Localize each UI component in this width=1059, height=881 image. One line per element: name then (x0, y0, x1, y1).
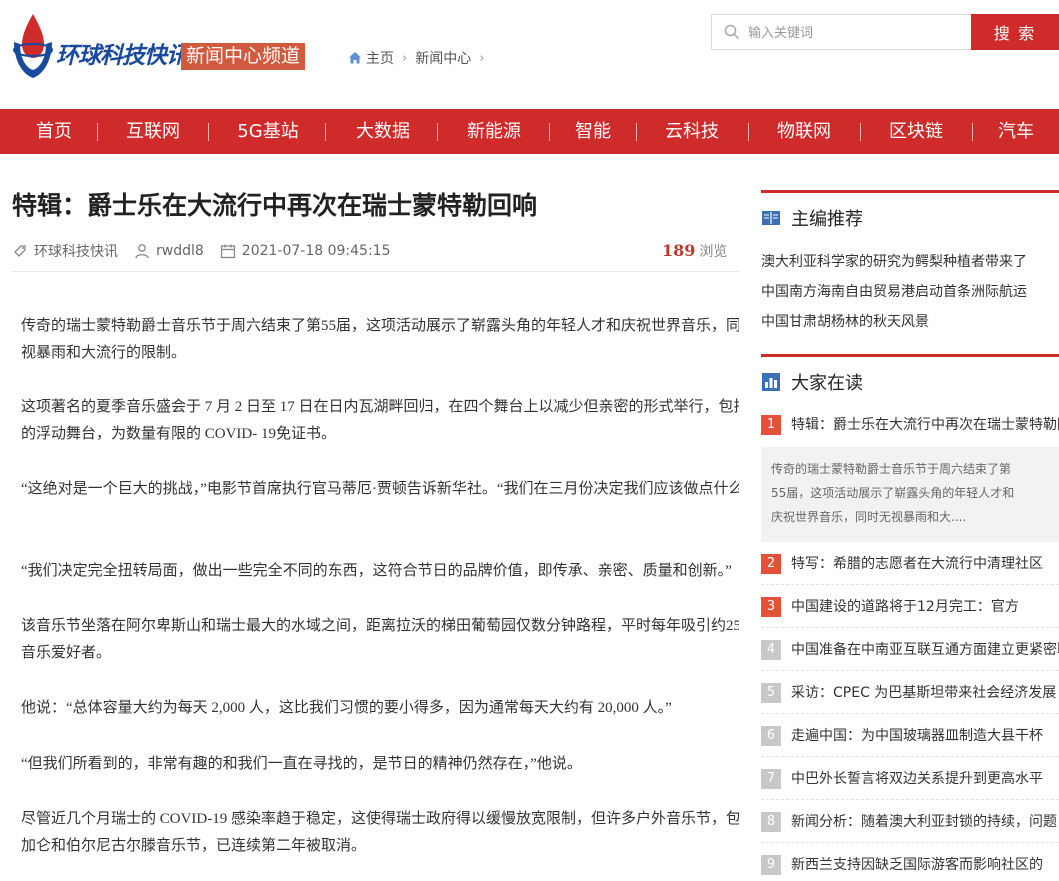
editor-pick-link[interactable]: 澳大利亚科学家的研究为鳄梨种植者带来了 (761, 251, 1027, 271)
search-box (711, 14, 971, 50)
article-paragraph: 尽管近几个月瑞士的 COVID-19 感染率趋于稳定，这使得瑞士政府得以缓慢放宽… (21, 811, 739, 854)
search-input[interactable] (748, 24, 948, 40)
article-paragraph: “这绝对是一个巨大的挑战，”电影节首席执行官马蒂厄·贾顿告诉新华社。“我们在三月… (21, 481, 739, 497)
summary-line: 55届，这项活动展示了崭露头角的年轻人才和 (771, 486, 1015, 500)
view-count-label: 浏览 (699, 244, 728, 260)
popular-item[interactable]: 5 采访：CPEC 为巴基斯坦带来社会经济发展 (761, 672, 1059, 714)
search-icon (724, 24, 740, 40)
nav-divider (208, 123, 209, 141)
popular-item-title[interactable]: 中巴外长誓言将双边关系提升到更高水平 (791, 769, 1059, 789)
popular-item-title[interactable]: 新西兰支持因缺乏国际游客而影响社区的 (791, 855, 1059, 875)
logo-text[interactable]: 环球科技快讯 (56, 36, 189, 70)
article-paragraph: 这项著名的夏季音乐盛会于 7 月 2 日至 17 日在日内瓦湖畔回归，在四个舞台… (21, 399, 739, 442)
divider (12, 271, 739, 272)
nav-divider (860, 123, 861, 141)
section-bar (761, 354, 1059, 357)
rank-number: 9 (761, 855, 781, 875)
popular-item-title[interactable]: 中国准备在中南亚互联互通方面建立更紧密联系 (791, 640, 1059, 660)
popular-item[interactable]: 7 中巴外长誓言将双边关系提升到更高水平 (761, 758, 1059, 800)
nav-divider (549, 123, 550, 141)
article-paragraph: 该音乐节坐落在阿尔卑斯山和瑞士最大的水域之间，距离拉沃的梯田葡萄园仅数分钟路程，… (21, 618, 739, 661)
chevron-right-icon: › (402, 50, 408, 66)
bar-chart-icon (762, 373, 780, 391)
editor-pick-link[interactable]: 中国南方海南自由贸易港启动首条洲际航运 (761, 281, 1027, 301)
logo-icon[interactable] (12, 12, 54, 80)
nav-divider (325, 123, 326, 141)
article-paragraph: “但我们所看到的，非常有趣的和我们一直在寻找的，是节日的精神仍然存在，”他说。 (21, 756, 582, 772)
book-icon (762, 211, 780, 225)
popular-title: 大家在读 (791, 373, 863, 394)
breadcrumb-news[interactable]: 新闻中心 (415, 48, 471, 68)
popular-item[interactable]: 8 新闻分析：随着澳大利亚封锁的持续，问题 (761, 801, 1059, 843)
rank-number: 5 (761, 683, 781, 703)
popular-item-title[interactable]: 采访：CPEC 为巴基斯坦带来社会经济发展 (791, 683, 1059, 703)
popular-item-title[interactable]: 走遍中国：为中国玻璃器皿制造大县干杯 (791, 726, 1059, 746)
nav-item-smart[interactable]: 智能 (575, 109, 611, 154)
rank-number: 8 (761, 812, 781, 832)
article-body: 传奇的瑞士蒙特勒爵士音乐节于周六结束了第55届，这项活动展示了崭露头角的年轻人才… (21, 310, 739, 881)
summary-line: 庆祝世界音乐，同时无视暴雨和大.... (771, 510, 967, 524)
article-paragraph: 传奇的瑞士蒙特勒爵士音乐节于周六结束了第55届，这项活动展示了崭露头角的年轻人才… (21, 318, 739, 361)
popular-item[interactable]: 6 走遍中国：为中国玻璃器皿制造大县干杯 (761, 715, 1059, 757)
popular-item-title[interactable]: 特写：希腊的志愿者在大流行中清理社区 (791, 554, 1059, 574)
home-icon (349, 52, 361, 64)
nav-divider (748, 123, 749, 141)
popular-item-summary: 传奇的瑞士蒙特勒爵士音乐节于周六结束了第 55届，这项活动展示了崭露头角的年轻人… (761, 447, 1059, 542)
popular-heading: 大家在读 (761, 369, 863, 395)
rank-number: 7 (761, 769, 781, 789)
editor-picks-title: 主编推荐 (791, 209, 863, 230)
nav-item-home[interactable]: 首页 (36, 109, 72, 154)
user-icon (135, 244, 149, 259)
nav-divider (972, 123, 973, 141)
nav-item-energy[interactable]: 新能源 (467, 109, 521, 154)
rank-number: 3 (761, 597, 781, 617)
nav-item-internet[interactable]: 互联网 (126, 109, 180, 154)
article-datetime: 2021-07-18 09:45:15 (241, 243, 391, 259)
nav-divider (437, 123, 438, 141)
popular-item[interactable]: 3 中国建设的道路将于12月完工：官方 (761, 586, 1059, 628)
article-author: rwddl8 (156, 243, 204, 259)
popular-item-title[interactable]: 中国建设的道路将于12月完工：官方 (791, 597, 1059, 617)
popular-item[interactable]: 9 新西兰支持因缺乏国际游客而影响社区的 (761, 844, 1059, 881)
popular-item[interactable]: 2 特写：希腊的志愿者在大流行中清理社区 (761, 543, 1059, 585)
breadcrumb-home[interactable]: 主页 (366, 48, 394, 68)
view-count-number: 189 (662, 241, 696, 260)
view-count: 189 浏览 (662, 241, 727, 261)
nav-divider (97, 123, 98, 141)
editor-pick-link[interactable]: 中国甘肃胡杨林的秋天风景 (761, 311, 929, 331)
rank-number: 6 (761, 726, 781, 746)
chevron-right-icon: › (479, 50, 485, 66)
article-paragraph: “我们决定完全扭转局面，做出一些完全不同的东西，这符合节日的品牌价值，即传承、亲… (21, 563, 732, 579)
nav-item-5g[interactable]: 5G基站 (237, 109, 298, 154)
search-button[interactable]: 搜 索 (971, 14, 1059, 50)
popular-item-title[interactable]: 新闻分析：随着澳大利亚封锁的持续，问题 (791, 812, 1059, 832)
breadcrumb: 主页 › 新闻中心 › (348, 48, 488, 68)
channel-badge: 新闻中心频道 (181, 43, 306, 70)
article-title: 特辑：爵士乐在大流行中再次在瑞士蒙特勒回响 (12, 191, 538, 220)
calendar-icon (220, 244, 235, 259)
nav-divider (636, 123, 637, 141)
nav-item-bigdata[interactable]: 大数据 (356, 109, 410, 154)
nav-item-auto[interactable]: 汽车 (998, 109, 1034, 154)
popular-item[interactable]: 4 中国准备在中南亚互联互通方面建立更紧密联系 (761, 629, 1059, 671)
summary-line: 传奇的瑞士蒙特勒爵士音乐节于周六结束了第 (771, 462, 1012, 476)
rank-number: 4 (761, 640, 781, 660)
article-source: 环球科技快讯 (34, 244, 118, 260)
main-nav: 首页 互联网 5G基站 大数据 新能源 智能 云科技 物联网 区块链 汽车 (0, 109, 1059, 154)
nav-item-cloud[interactable]: 云科技 (665, 109, 719, 154)
rank-number: 2 (761, 554, 781, 574)
article-paragraph: 他说：“总体容量大约为每天 2,000 人，这比我们习惯的要小得多，因为通常每天… (21, 700, 672, 716)
tag-icon (14, 245, 26, 257)
popular-item[interactable]: 1 特辑：爵士乐在大流行中再次在瑞士蒙特勒回响 (761, 404, 1059, 446)
nav-item-blockchain[interactable]: 区块链 (889, 109, 943, 154)
nav-item-iot[interactable]: 物联网 (777, 109, 831, 154)
popular-item-title[interactable]: 特辑：爵士乐在大流行中再次在瑞士蒙特勒回响 (791, 415, 1059, 435)
section-bar (761, 190, 1059, 193)
editor-picks-heading: 主编推荐 (761, 205, 863, 231)
rank-number: 1 (761, 415, 781, 435)
article-meta: 环球科技快讯 rwddl8 2021-07-18 09:45:15 (12, 240, 390, 262)
